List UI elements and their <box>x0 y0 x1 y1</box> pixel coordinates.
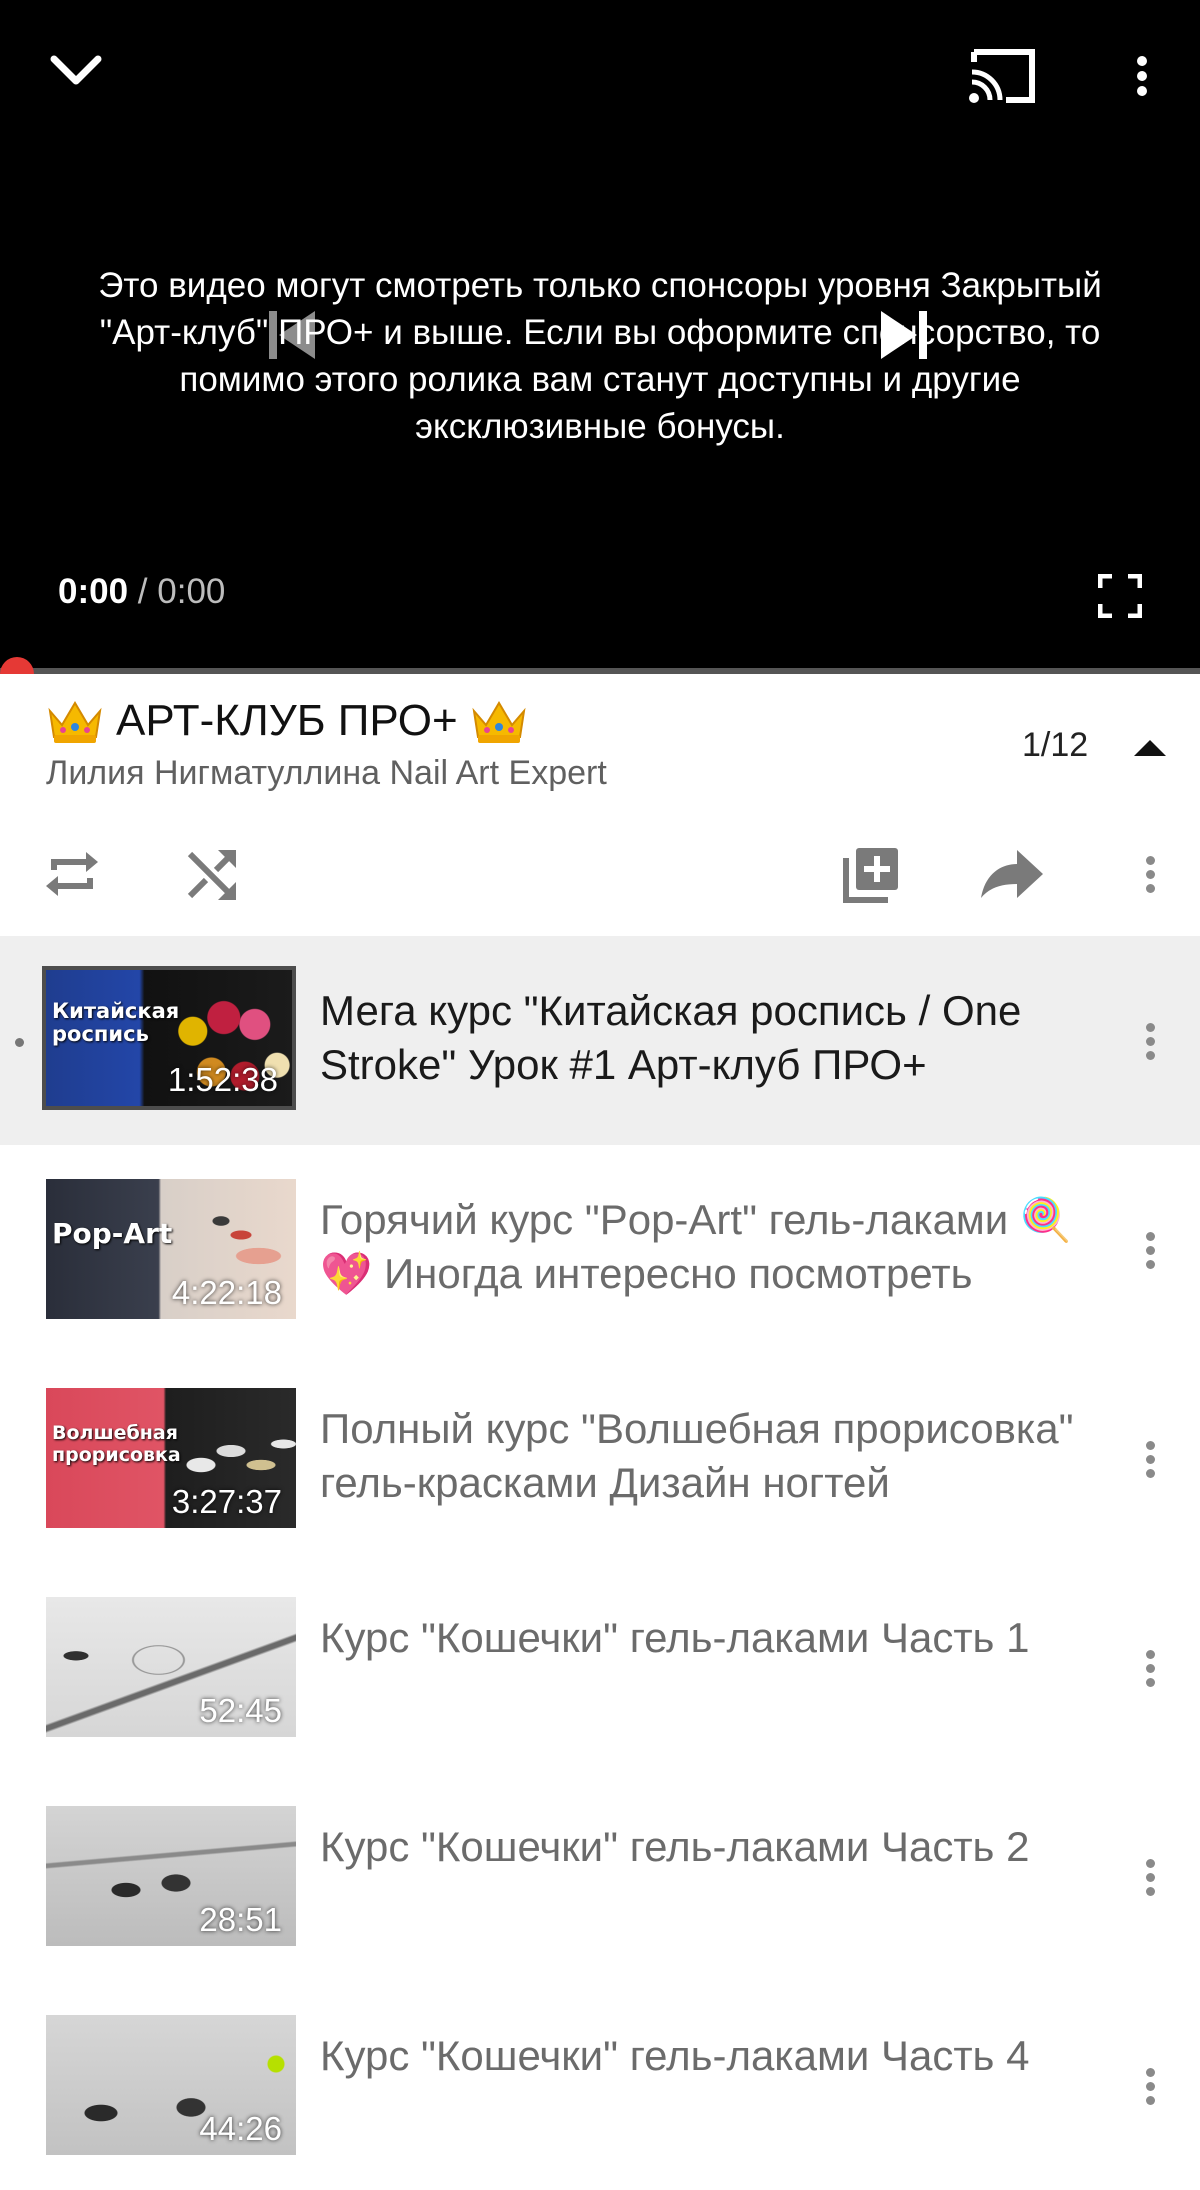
item-menu-button[interactable] <box>1130 1006 1170 1076</box>
video-thumbnail[interactable]: 44:26 <box>46 2015 296 2155</box>
more-vert-icon <box>1145 851 1155 898</box>
time-separator: / <box>137 572 148 611</box>
shuffle-icon <box>187 850 236 900</box>
thumbnail-text: Волшебная прорисовка <box>52 1422 181 1466</box>
chevron-down-icon <box>50 55 102 85</box>
video-thumbnail[interactable]: 28:51 <box>46 1806 296 1946</box>
save-to-playlist-button[interactable] <box>832 834 912 914</box>
video-thumbnail[interactable]: Pop-Art 4:22:18 <box>46 1179 296 1319</box>
more-vert-icon <box>1145 1018 1155 1065</box>
video-duration: 52:45 <box>199 1692 282 1729</box>
now-playing-indicator <box>15 1038 24 1047</box>
collapse-playlist-button[interactable] <box>1128 732 1172 762</box>
playlist-item[interactable]: 28:51 Курс "Кошечки" гель-лаками Часть 2 <box>0 1772 1200 1981</box>
item-menu-button[interactable] <box>1130 1842 1170 1912</box>
skip-next-icon <box>881 311 927 359</box>
video-title[interactable]: Курс "Кошечки" гель-лаками Часть 4 <box>320 2029 1080 2083</box>
cast-button[interactable] <box>958 36 1048 116</box>
repeat-button[interactable] <box>32 834 112 914</box>
playlist-item[interactable]: Волшебная прорисовка 3:27:37 Полный курс… <box>0 1354 1200 1563</box>
current-time: 0:00 <box>58 572 129 611</box>
playlist-actions <box>0 834 1200 914</box>
playlist-item[interactable]: Китайская роспись 1:52:38 Мега курс "Кит… <box>0 936 1200 1145</box>
more-vert-icon <box>1145 1436 1155 1483</box>
share-button[interactable] <box>972 834 1052 914</box>
duration-time: 0:00 <box>157 572 226 611</box>
fullscreen-button[interactable] <box>1090 566 1150 626</box>
video-title[interactable]: Горячий курс "Pop-Art" гель-лаками 🍭💖 Ин… <box>320 1193 1080 1301</box>
more-vert-icon <box>1137 51 1147 101</box>
video-title[interactable]: Мега курс "Китайская роспись / One Strok… <box>320 984 1080 1092</box>
more-options-button[interactable] <box>1114 36 1170 116</box>
video-thumbnail[interactable]: 52:45 <box>46 1597 296 1737</box>
skip-previous-icon <box>269 311 315 359</box>
more-vert-icon <box>1145 1645 1155 1692</box>
share-icon <box>981 850 1043 898</box>
crown-icon <box>472 701 526 743</box>
repeat-icon <box>46 852 98 896</box>
video-duration: 28:51 <box>199 1901 282 1938</box>
item-menu-button[interactable] <box>1130 1215 1170 1285</box>
thumbnail-text: Pop-Art <box>52 1217 173 1250</box>
playlist-item[interactable]: 44:26 Курс "Кошечки" гель-лаками Часть 4 <box>0 1981 1200 2190</box>
more-vert-icon <box>1145 1854 1155 1901</box>
video-title[interactable]: Курс "Кошечки" гель-лаками Часть 1 <box>320 1611 1080 1665</box>
cast-icon <box>969 49 1035 103</box>
next-button[interactable] <box>874 300 934 370</box>
video-duration: 1:52:38 <box>167 1061 278 1098</box>
video-title[interactable]: Полный курс "Волшебная прорисовка" гель-… <box>320 1402 1080 1510</box>
thumbnail-text: Китайская роспись <box>52 999 180 1046</box>
video-thumbnail[interactable]: Волшебная прорисовка 3:27:37 <box>46 1388 296 1528</box>
previous-button[interactable] <box>262 300 322 370</box>
collapse-button[interactable] <box>36 36 116 106</box>
video-duration: 4:22:18 <box>171 1274 282 1311</box>
playlist-owner[interactable]: Лилия Нигматуллина Nail Art Expert <box>46 754 607 793</box>
playlist-position: 1/12 <box>1022 726 1089 764</box>
video-duration: 44:26 <box>199 2110 282 2147</box>
item-menu-button[interactable] <box>1130 1424 1170 1494</box>
caret-up-icon <box>1134 740 1166 756</box>
playlist-item[interactable]: 52:45 Курс "Кошечки" гель-лаками Часть 1 <box>0 1563 1200 1772</box>
playlist-item[interactable]: Pop-Art 4:22:18 Горячий курс "Pop-Art" г… <box>0 1145 1200 1354</box>
item-menu-button[interactable] <box>1130 2051 1170 2121</box>
video-duration: 3:27:37 <box>171 1483 282 1520</box>
fullscreen-icon <box>1098 574 1142 618</box>
crown-icon <box>48 701 102 743</box>
add-to-playlist-icon <box>843 848 898 903</box>
playlist-title-row: АРТ-КЛУБ ПРО+ <box>46 696 528 746</box>
playlist-header: АРТ-КЛУБ ПРО+ Лилия Нигматуллина Nail Ar… <box>0 674 1200 936</box>
item-menu-button[interactable] <box>1130 1633 1170 1703</box>
playlist-title: АРТ-КЛУБ ПРО+ <box>116 696 458 745</box>
shuffle-button[interactable] <box>172 834 252 914</box>
video-thumbnail[interactable]: Китайская роспись 1:52:38 <box>42 966 296 1110</box>
sponsor-message: Это видео могут смотреть только спонсоры… <box>98 266 1102 446</box>
playlist-more-button[interactable] <box>1110 834 1190 914</box>
video-player[interactable]: Это видео могут смотреть только спонсоры… <box>0 0 1200 670</box>
more-vert-icon <box>1145 1227 1155 1274</box>
video-title[interactable]: Курс "Кошечки" гель-лаками Часть 2 <box>320 1820 1080 1874</box>
time-display: 0:00 / 0:00 <box>58 572 225 612</box>
more-vert-icon <box>1145 2063 1155 2110</box>
playlist-items: Китайская роспись 1:52:38 Мега курс "Кит… <box>0 936 1200 2190</box>
